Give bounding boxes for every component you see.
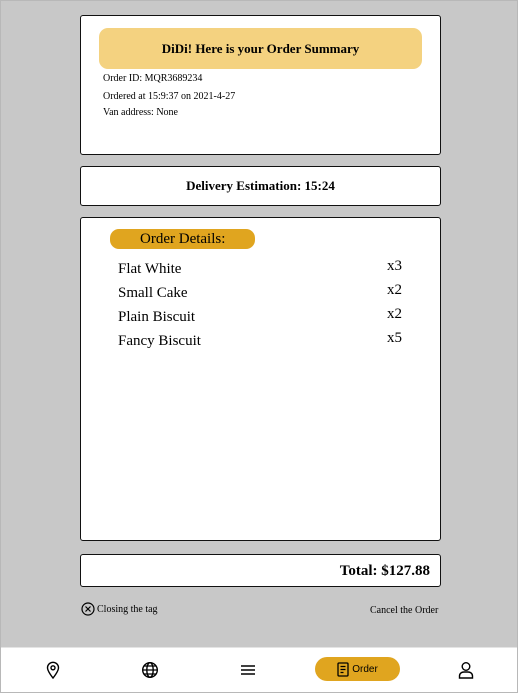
closing-tag-button[interactable]: Closing the tag: [81, 602, 158, 616]
nav-profile-button[interactable]: [454, 658, 478, 682]
menu-icon: [241, 665, 255, 675]
list-item: Flat White x3: [118, 258, 406, 281]
closing-tag-label: Closing the tag: [97, 603, 158, 615]
nav-order-label: Order: [352, 663, 378, 675]
cancel-order-link[interactable]: Cancel the Order: [370, 605, 438, 616]
globe-icon: [141, 661, 159, 679]
profile-icon: [458, 662, 474, 679]
item-name: Flat White: [118, 261, 182, 277]
van-address: Van address: None: [103, 107, 178, 118]
close-circle-icon: [81, 602, 95, 616]
list-item: Fancy Biscuit x5: [118, 330, 406, 353]
nav-globe-button[interactable]: [138, 658, 162, 682]
nav-menu-button[interactable]: [236, 658, 260, 682]
order-details-heading: Order Details:: [110, 229, 255, 249]
order-id: Order ID: MQR3689234: [103, 73, 203, 84]
item-name: Fancy Biscuit: [118, 333, 201, 349]
order-summary-title: DiDi! Here is your Order Summary: [99, 28, 422, 69]
item-quantity: x5: [387, 330, 402, 346]
order-details-card: Order Details: Flat White x3 Small Cake …: [80, 217, 441, 541]
nav-order-button[interactable]: Order: [315, 657, 400, 681]
list-item: Small Cake x2: [118, 282, 406, 305]
total-card: Total: $127.88: [80, 554, 441, 587]
ordered-at: Ordered at 15:9:37 on 2021-4-27: [103, 91, 236, 102]
bottom-nav: Order: [1, 647, 517, 692]
delivery-estimation-card: Delivery Estimation: 15:24: [80, 166, 441, 206]
location-icon: [46, 661, 60, 679]
order-total: Total: $127.88: [339, 563, 430, 579]
order-icon: [337, 661, 349, 677]
item-quantity: x3: [387, 258, 402, 274]
order-summary-card: DiDi! Here is your Order Summary Order I…: [80, 15, 441, 155]
item-quantity: x2: [387, 306, 402, 322]
delivery-estimation: Delivery Estimation: 15:24: [186, 178, 335, 193]
item-quantity: x2: [387, 282, 402, 298]
item-name: Plain Biscuit: [118, 309, 196, 325]
item-name: Small Cake: [118, 285, 188, 301]
nav-location-button[interactable]: [41, 658, 65, 682]
list-item: Plain Biscuit x2: [118, 306, 406, 329]
